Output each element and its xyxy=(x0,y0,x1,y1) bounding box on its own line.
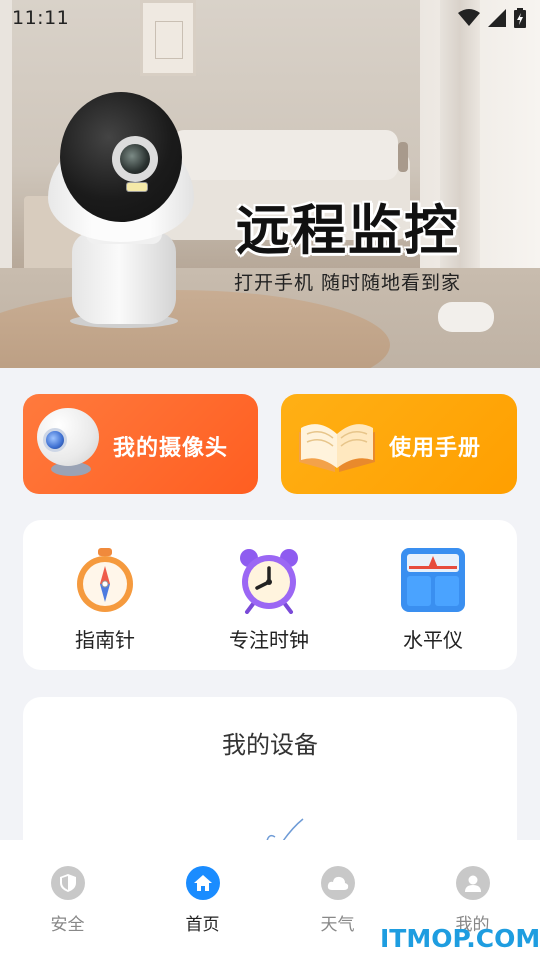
status-icons xyxy=(458,8,526,28)
camera-illustration xyxy=(46,92,196,332)
nav-label-weather: 天气 xyxy=(320,915,355,935)
watermark: ITMOP.COM xyxy=(380,924,540,953)
status-time: 11:11 xyxy=(12,7,70,29)
status-bar: 11:11 xyxy=(0,0,540,36)
shield-icon xyxy=(50,866,85,900)
plant xyxy=(398,142,408,172)
home-icon xyxy=(185,866,220,900)
user-icon xyxy=(455,866,490,900)
nav-label-home: 首页 xyxy=(185,915,220,935)
tool-level[interactable]: 水平仪 xyxy=(373,546,493,653)
user-manual-label: 使用手册 xyxy=(389,436,482,461)
cell-signal-icon xyxy=(488,9,506,27)
tool-level-label: 水平仪 xyxy=(403,628,463,652)
nav-item-home[interactable]: 首页 xyxy=(135,840,270,960)
hero-banner[interactable]: 远程监控 打开手机 随时随地看到家 xyxy=(0,0,540,368)
stool xyxy=(438,302,494,332)
hero-subtitle: 打开手机 随时随地看到家 xyxy=(234,272,462,294)
webcam-icon xyxy=(37,408,101,480)
tool-focus-clock[interactable]: 专注时钟 xyxy=(209,546,329,653)
alarm-clock-icon xyxy=(240,549,298,614)
user-manual-button[interactable]: 使用手册 xyxy=(281,394,517,494)
compass-icon xyxy=(77,548,133,612)
cloud-icon xyxy=(320,866,355,900)
level-icon xyxy=(401,548,465,612)
wifi-icon xyxy=(458,9,480,26)
hero-title: 远程监控 xyxy=(236,199,460,262)
tool-compass[interactable]: 指南针 xyxy=(45,546,165,653)
tools-card: 指南针 专注时钟 水平仪 xyxy=(23,520,517,670)
tool-focus-clock-label: 专注时钟 xyxy=(229,628,309,652)
nav-label-security: 安全 xyxy=(50,915,85,935)
tool-compass-label: 指南针 xyxy=(75,628,135,652)
my-camera-label: 我的摄像头 xyxy=(113,436,229,461)
my-devices-title: 我的设备 xyxy=(222,731,318,759)
book-icon xyxy=(299,424,375,472)
nav-item-security[interactable]: 安全 xyxy=(0,840,135,960)
my-camera-button[interactable]: 我的摄像头 xyxy=(23,394,258,494)
battery-icon xyxy=(514,8,526,28)
